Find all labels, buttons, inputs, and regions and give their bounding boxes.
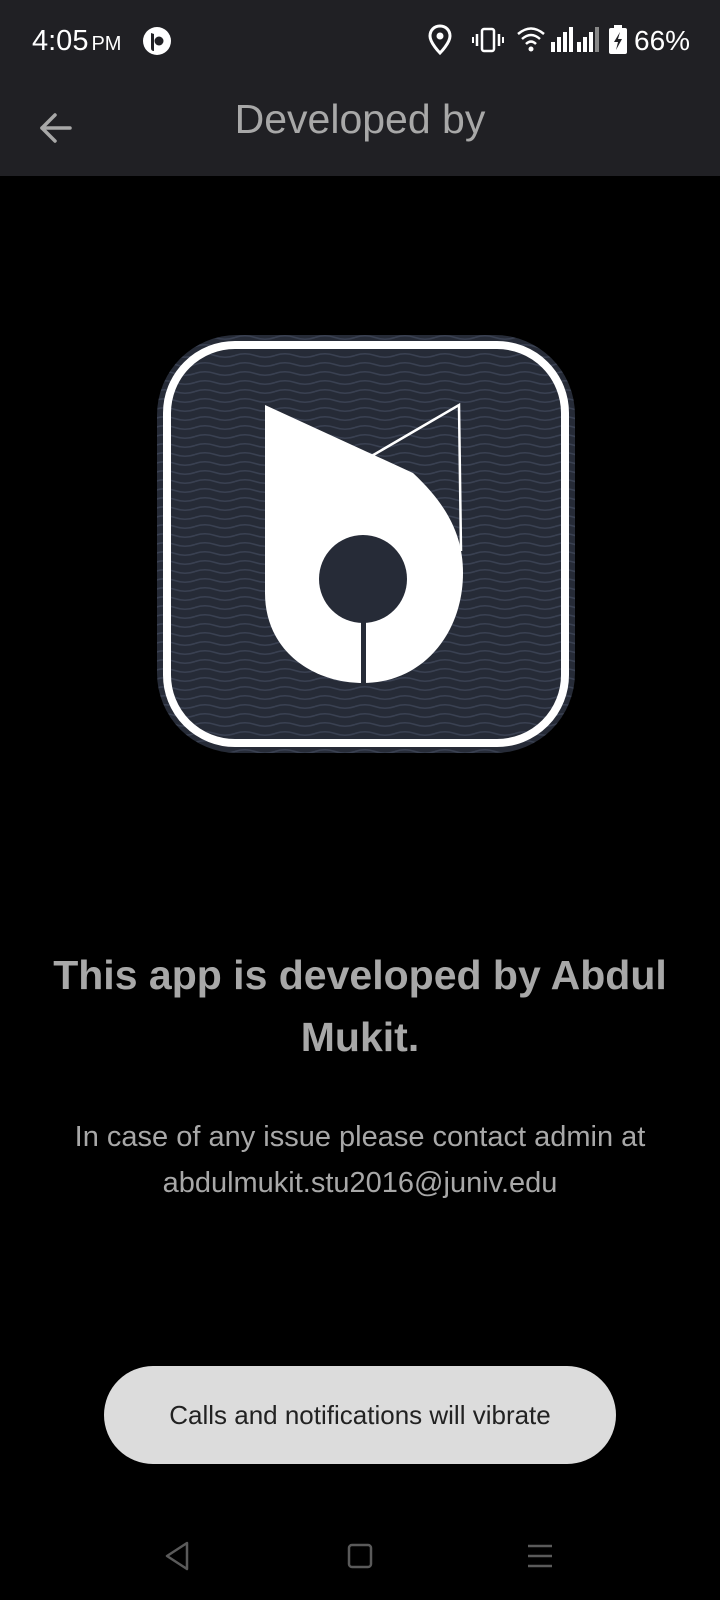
contact-info: In case of any issue please contact admi…: [20, 1114, 700, 1206]
app-notification-icon: [143, 27, 171, 55]
status-time-value: 4:05: [32, 25, 89, 57]
developer-logo-image: [157, 335, 575, 753]
signal-icon-2: [577, 27, 599, 52]
app-bar: Developed by: [0, 82, 720, 176]
back-triangle-icon: [165, 1541, 189, 1571]
contact-email-link[interactable]: abdulmukit.stu2016@juniv.edu: [20, 1160, 700, 1206]
contact-line: In case of any issue please contact admi…: [74, 1121, 646, 1153]
page-title: Developed by: [234, 96, 486, 142]
developer-headline: This app is developed by Abdul Mukit.: [53, 952, 667, 1060]
location-icon: [428, 24, 452, 56]
status-time-ampm: PM: [91, 33, 122, 55]
battery-charging-icon: [609, 25, 627, 54]
nav-recents-button[interactable]: [518, 1534, 562, 1578]
home-square-icon: [347, 1543, 373, 1569]
toast-message: Calls and notifications will vibrate: [104, 1366, 616, 1464]
battery-percentage: 66%: [634, 25, 691, 56]
back-button[interactable]: [30, 102, 82, 154]
toast-text: Calls and notifications will vibrate: [169, 1399, 551, 1430]
recents-menu-icon: [528, 1544, 552, 1568]
vibrate-icon: [472, 27, 504, 53]
status-bar: 4:05 PM 66%: [0, 0, 720, 82]
nav-home-button[interactable]: [338, 1534, 382, 1578]
developed-by-screen: 4:05 PM 66% Developed by This app is dev…: [0, 0, 720, 1600]
developer-logo: [155, 333, 577, 755]
arrow-left-icon: [40, 113, 72, 143]
system-nav-bar: [0, 1512, 720, 1600]
nav-back-button[interactable]: [156, 1534, 200, 1578]
status-time: 4:05 PM: [32, 22, 121, 63]
wifi-icon: [517, 27, 545, 52]
signal-icon: [551, 27, 573, 52]
